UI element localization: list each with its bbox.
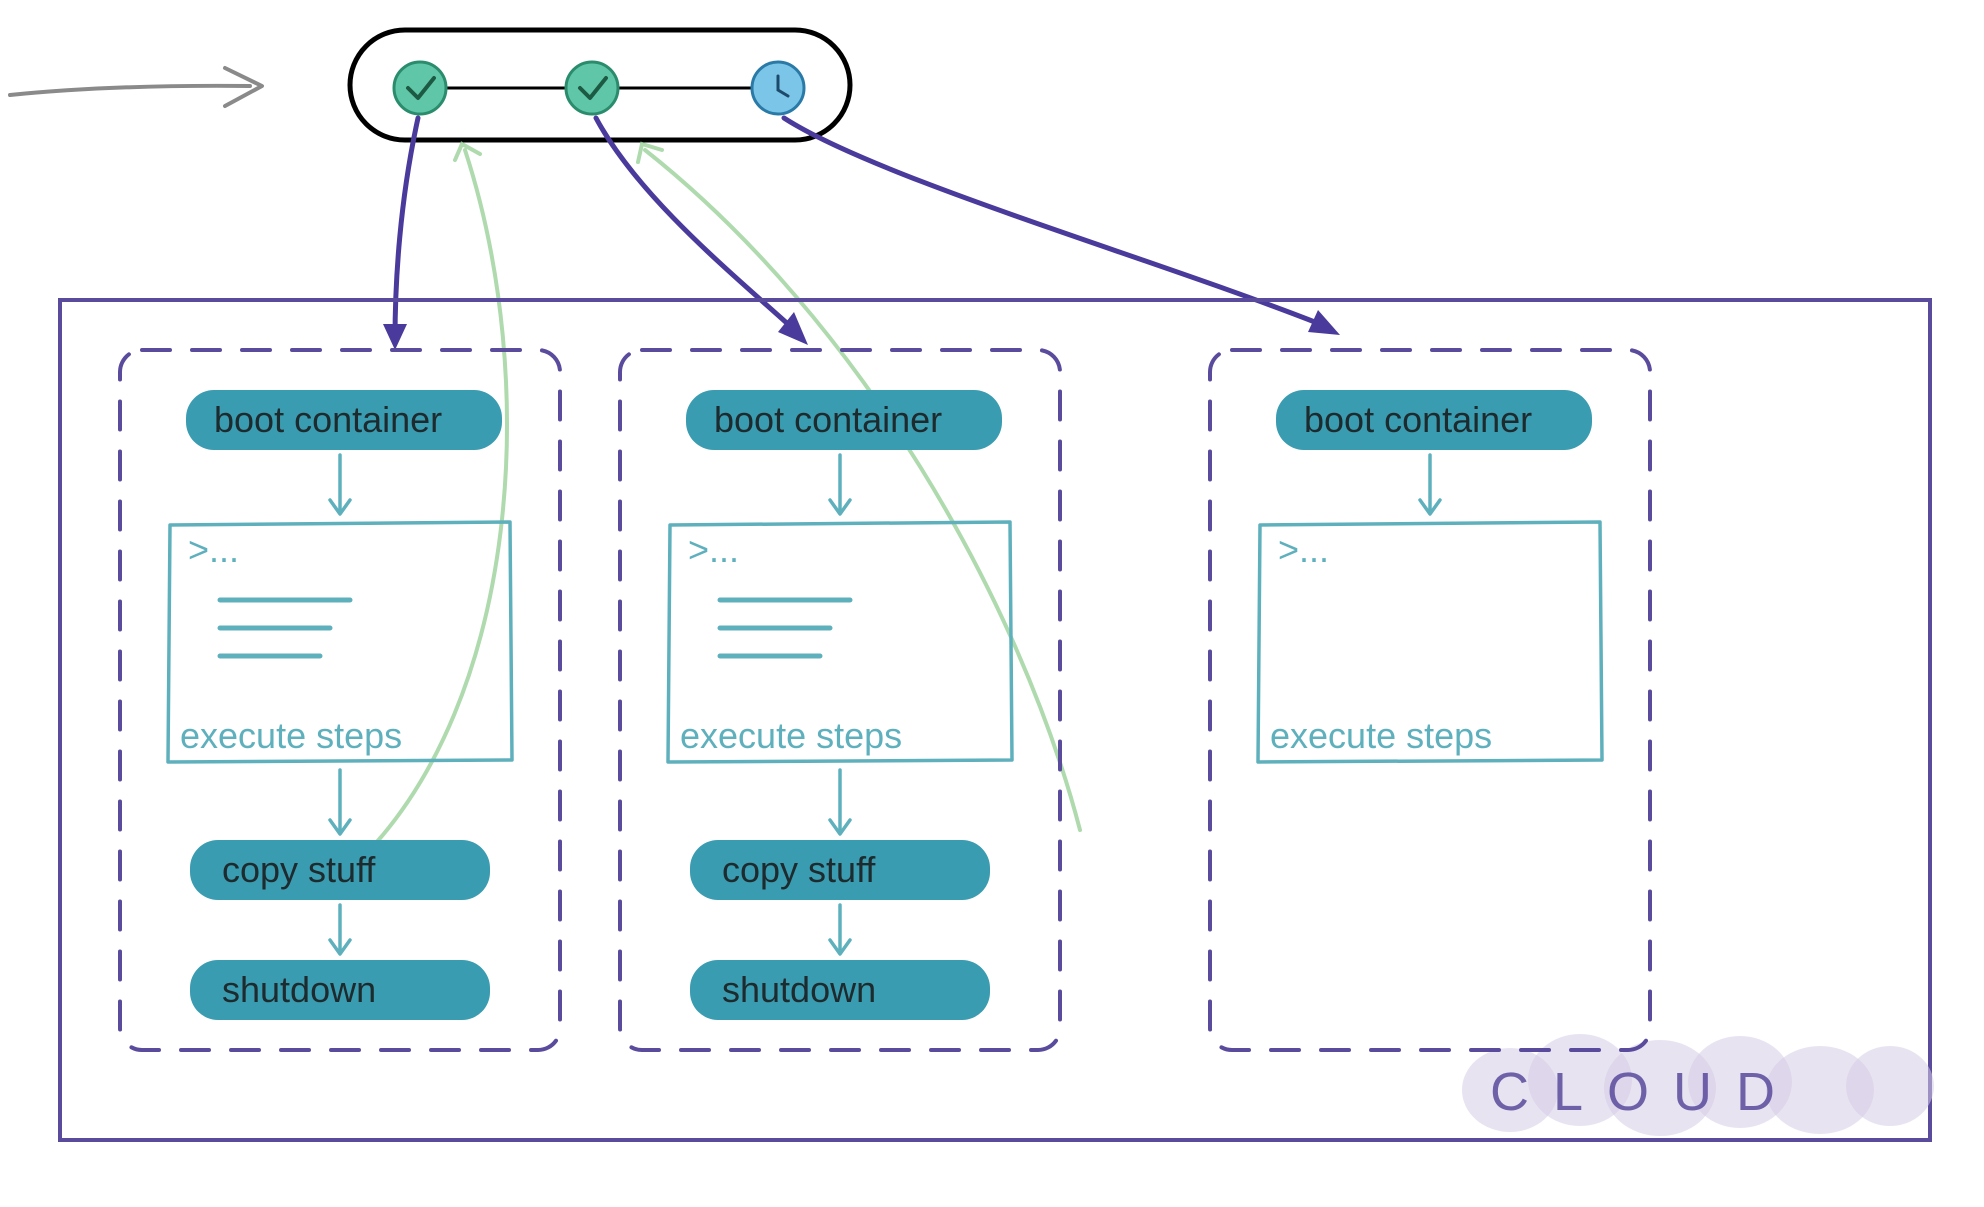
execute-label: execute steps — [180, 715, 402, 756]
dispatch-arrow-3 — [784, 118, 1340, 335]
pipeline-node-2 — [566, 62, 618, 114]
terminal-prompt: >... — [688, 529, 739, 570]
execute-label: execute steps — [680, 715, 902, 756]
pipeline-node-1 — [394, 62, 446, 114]
job-box-3: boot container >... execute steps — [1210, 350, 1650, 1050]
architecture-diagram: CLOUD boot container >... execute steps … — [0, 0, 1984, 1207]
job-box-2: boot container >... execute steps copy s… — [620, 350, 1060, 1050]
execute-label: execute steps — [1270, 715, 1492, 756]
shutdown-label: shutdown — [722, 969, 876, 1010]
boot-label: boot container — [214, 399, 442, 440]
copy-label: copy stuff — [722, 849, 876, 890]
cloud-label: CLOUD — [1490, 1062, 1799, 1122]
incoming-arrow-icon — [10, 68, 262, 106]
shutdown-label: shutdown — [222, 969, 376, 1010]
job-box-1: boot container >... execute steps copy s… — [120, 350, 560, 1050]
boot-label: boot container — [1304, 399, 1532, 440]
terminal-prompt: >... — [1278, 529, 1329, 570]
boot-label: boot container — [714, 399, 942, 440]
terminal-prompt: >... — [188, 529, 239, 570]
dispatch-arrow-2 — [596, 118, 808, 345]
copy-label: copy stuff — [222, 849, 376, 890]
dispatch-arrow-1 — [383, 118, 418, 350]
pipeline-node-3 — [752, 62, 804, 114]
